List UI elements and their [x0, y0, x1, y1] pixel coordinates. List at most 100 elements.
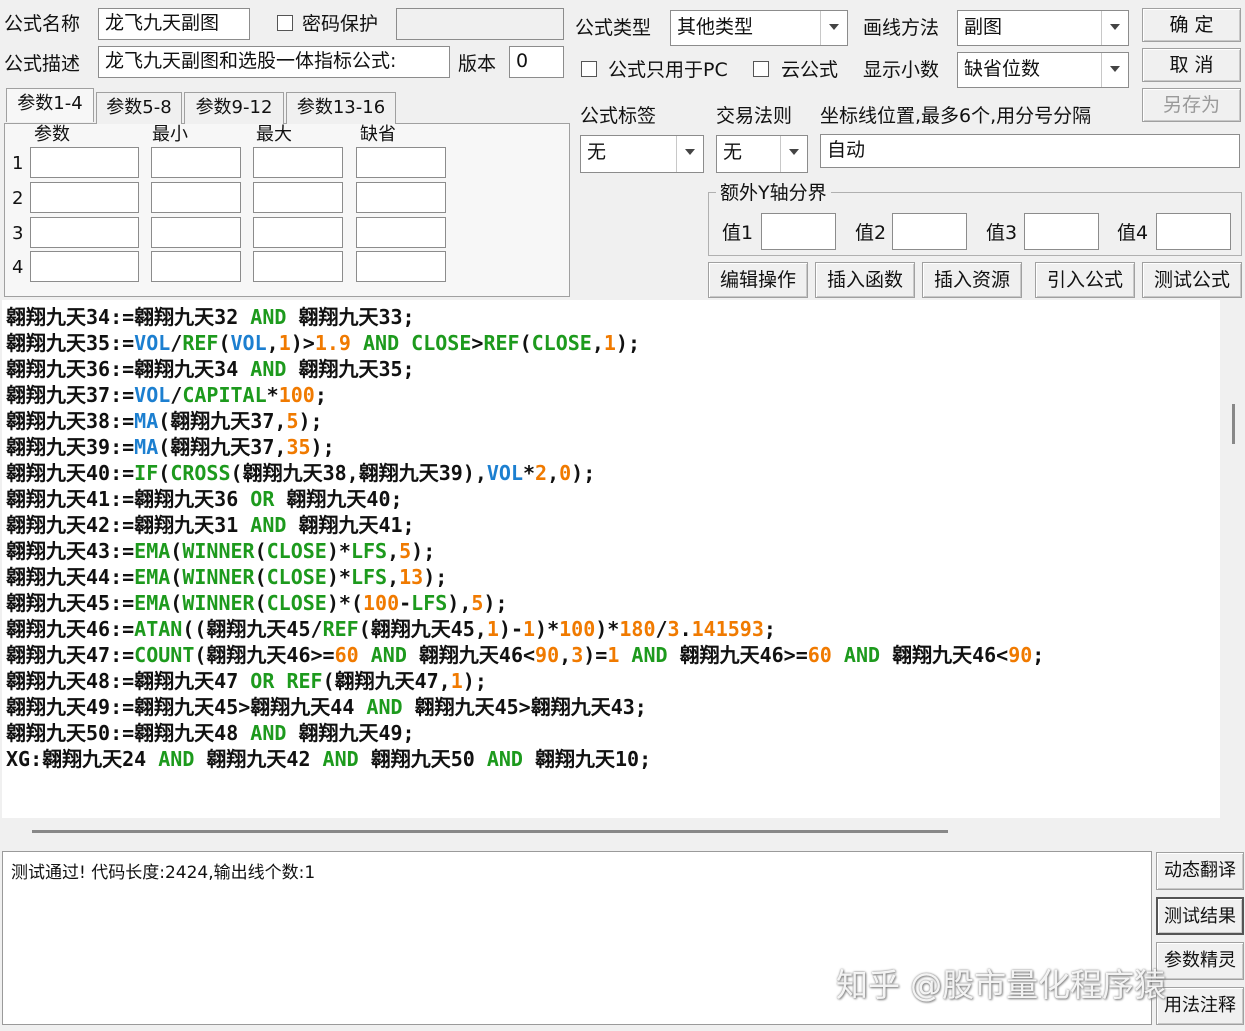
chevron-down-icon[interactable] — [780, 136, 807, 172]
code-token: CLOSE — [266, 591, 327, 615]
formula-type-select[interactable]: 其他类型 — [670, 10, 848, 46]
dynamic-translate-button[interactable]: 动态翻译 — [1156, 852, 1244, 890]
code-token: CLOSE — [266, 539, 327, 563]
param-3-max-input[interactable] — [253, 217, 343, 248]
tab-params-9-12[interactable]: 参数9-12 — [184, 92, 284, 124]
code-line[interactable]: 翱翔九天34:=翱翔九天32 AND 翱翔九天33; — [6, 304, 415, 330]
test-formula-button[interactable]: 测试公式 — [1142, 262, 1242, 298]
param-1-min-input[interactable] — [151, 147, 241, 178]
code-line[interactable]: XG:翱翔九天24 AND 翱翔九天42 AND 翱翔九天50 AND 翱翔九天… — [6, 746, 651, 772]
chevron-down-icon[interactable] — [820, 11, 847, 45]
usage-notes-button[interactable]: 用法注释 — [1156, 987, 1244, 1025]
code-token: 翱翔九天36:=翱翔九天34 — [6, 357, 251, 381]
param-2-min-input[interactable] — [151, 182, 241, 213]
param-4-name-input[interactable] — [30, 251, 139, 282]
scrollbar-thumb[interactable] — [32, 830, 948, 833]
code-line[interactable]: 翱翔九天41:=翱翔九天36 OR 翱翔九天40; — [6, 486, 403, 512]
password-checkbox[interactable] — [277, 15, 293, 31]
formula-type-value: 其他类型 — [677, 16, 754, 38]
code-token: 翱翔九天47:= — [6, 643, 135, 667]
param-2-name-input[interactable] — [30, 182, 139, 213]
code-line[interactable]: 翱翔九天45:=EMA(WINNER(CLOSE)*(100-LFS),5); — [6, 590, 508, 616]
chevron-down-icon[interactable] — [1101, 53, 1128, 87]
test-result-button[interactable]: 测试结果 — [1156, 897, 1244, 935]
code-line[interactable]: 翱翔九天47:=COUNT(翱翔九天46>=60 AND 翱翔九天46<90,3… — [6, 642, 1044, 668]
formula-tag-select[interactable]: 无 — [580, 135, 704, 173]
param-4-default-input[interactable] — [356, 251, 446, 282]
cloud-formula-checkbox[interactable] — [753, 61, 769, 77]
import-formula-button[interactable]: 引入公式 — [1035, 262, 1135, 298]
param-2-max-input[interactable] — [253, 182, 343, 213]
param-wizard-button[interactable]: 参数精灵 — [1156, 942, 1244, 980]
code-token: 翱翔九天50:=翱翔九天48 — [6, 721, 251, 745]
code-token: COUNT — [134, 643, 195, 667]
tab-params-1-4[interactable]: 参数1-4 — [6, 88, 94, 122]
trade-rule-select[interactable]: 无 — [716, 135, 808, 173]
code-token: ); — [483, 591, 508, 615]
code-token: AND — [158, 747, 195, 771]
formula-desc-input[interactable]: 龙飞九天副图和选股一体指标公式: — [98, 46, 450, 78]
formula-type-label: 公式类型 — [575, 17, 652, 39]
code-token: ); — [571, 461, 596, 485]
code-token: 90 — [535, 643, 560, 667]
code-token: 翱翔九天10; — [522, 747, 652, 771]
value2-input[interactable] — [892, 213, 967, 250]
code-token: )- — [498, 617, 523, 641]
code-token: XG:翱翔九天24 — [6, 747, 159, 771]
decimals-select[interactable]: 缺省位数 — [957, 52, 1129, 88]
editor-horizontal-scrollbar[interactable] — [2, 818, 1220, 848]
ok-button[interactable]: 确 定 — [1142, 8, 1241, 42]
value2-label: 值2 — [855, 222, 887, 244]
param-1-name-input[interactable] — [30, 147, 139, 178]
param-1-max-input[interactable] — [253, 147, 343, 178]
code-token: ATAN — [134, 617, 183, 641]
code-line[interactable]: 翱翔九天49:=翱翔九天45>翱翔九天44 AND 翱翔九天45>翱翔九天43; — [6, 694, 647, 720]
tab-params-5-8[interactable]: 参数5-8 — [96, 92, 182, 124]
code-line[interactable]: 翱翔九天35:=VOL/REF(VOL,1)>1.9 AND CLOSE>REF… — [6, 330, 640, 356]
code-token: ); — [423, 565, 448, 589]
code-token: 翱翔九天50 — [358, 747, 487, 771]
code-line[interactable]: 翱翔九天44:=EMA(WINNER(CLOSE)*LFS,13); — [6, 564, 447, 590]
value1-input[interactable] — [761, 213, 836, 250]
code-line[interactable]: 翱翔九天43:=EMA(WINNER(CLOSE)*LFS,5); — [6, 538, 435, 564]
code-editor[interactable]: 翱翔九天34:=翱翔九天32 AND 翱翔九天33; 翱翔九天35:=VOL/RE… — [2, 300, 1220, 818]
param-3-min-input[interactable] — [151, 217, 241, 248]
code-line[interactable]: 翱翔九天37:=VOL/CAPITAL*100; — [6, 382, 327, 408]
chevron-down-icon[interactable] — [676, 136, 703, 172]
edit-operations-button[interactable]: 编辑操作 — [708, 262, 808, 298]
code-line[interactable]: 翱翔九天50:=翱翔九天48 AND 翱翔九天49; — [6, 720, 415, 746]
coord-line-input[interactable]: 自动 — [820, 134, 1240, 168]
code-line[interactable]: 翱翔九天40:=IF(CROSS(翱翔九天38,翱翔九天39),VOL*2,0)… — [6, 460, 595, 486]
value3-input[interactable] — [1024, 213, 1099, 250]
code-line[interactable]: 翱翔九天39:=MA(翱翔九天37,35); — [6, 434, 335, 460]
scrollbar-thumb[interactable] — [1232, 404, 1235, 444]
code-line[interactable]: 翱翔九天46:=ATAN((翱翔九天45/REF(翱翔九天45,1)-1)*10… — [6, 616, 776, 642]
insert-resource-button[interactable]: 插入资源 — [922, 262, 1022, 298]
param-3-default-input[interactable] — [356, 217, 446, 248]
tab-params-13-16[interactable]: 参数13-16 — [286, 92, 396, 124]
value4-input[interactable] — [1156, 213, 1231, 250]
code-line[interactable]: 翱翔九天42:=翱翔九天31 AND 翱翔九天41; — [6, 512, 415, 538]
formula-name-input[interactable]: 龙飞九天副图 — [98, 8, 250, 40]
param-3-name-input[interactable] — [30, 217, 139, 248]
param-1-default-input[interactable] — [356, 147, 446, 178]
insert-function-button[interactable]: 插入函数 — [815, 262, 915, 298]
editor-vertical-scrollbar[interactable] — [1220, 300, 1243, 818]
param-4-min-input[interactable] — [151, 251, 241, 282]
code-token: ); — [462, 669, 487, 693]
code-line[interactable]: 翱翔九天36:=翱翔九天34 AND 翱翔九天35; — [6, 356, 415, 382]
code-token: 5 — [471, 591, 484, 615]
param-header-max: 最大 — [256, 124, 292, 145]
param-2-default-input[interactable] — [356, 182, 446, 213]
code-line[interactable]: 翱翔九天38:=MA(翱翔九天37,5); — [6, 408, 323, 434]
param-4-max-input[interactable] — [253, 251, 343, 282]
password-input[interactable] — [396, 8, 564, 40]
version-input[interactable]: 0 — [509, 46, 564, 78]
save-as-button[interactable]: 另存为 — [1142, 88, 1241, 122]
cancel-button[interactable]: 取 消 — [1142, 48, 1241, 82]
pc-only-checkbox[interactable] — [581, 61, 597, 77]
code-token: / — [170, 331, 183, 355]
draw-method-select[interactable]: 副图 — [957, 10, 1129, 46]
chevron-down-icon[interactable] — [1101, 11, 1128, 45]
code-line[interactable]: 翱翔九天48:=翱翔九天47 OR REF(翱翔九天47,1); — [6, 668, 487, 694]
